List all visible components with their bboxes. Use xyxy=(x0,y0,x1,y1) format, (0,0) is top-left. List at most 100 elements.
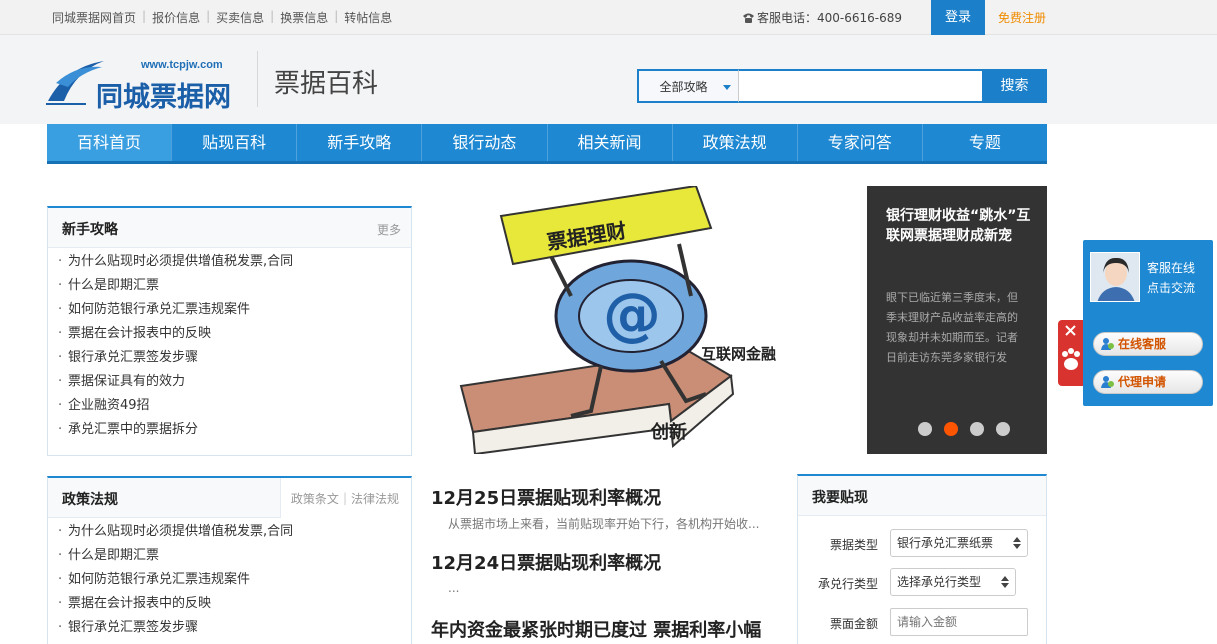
service-close-tab[interactable] xyxy=(1058,320,1083,386)
bullet: · xyxy=(58,326,63,341)
list-item-text: 如何防范银行承兑汇票违规案件 xyxy=(68,302,251,317)
amount-input[interactable] xyxy=(890,608,1028,636)
list-item[interactable]: · 如何防范银行承兑汇票违规案件 xyxy=(58,298,411,322)
news-headline[interactable]: 12月25日票据贴现利率概况 xyxy=(431,484,661,510)
news-headline[interactable]: 12月24日票据贴现利率概况 xyxy=(431,549,661,575)
carousel-dot[interactable] xyxy=(970,422,984,436)
service-avatar xyxy=(1090,252,1140,302)
site-logo[interactable]: www.tcpjw.com 同城票据网 xyxy=(46,53,246,113)
nav-discount[interactable]: 贴现百科 xyxy=(172,124,298,161)
user-chat-icon xyxy=(1101,376,1114,388)
top-link-quotes[interactable]: 报价信息 xyxy=(152,9,200,26)
carousel-dot-active[interactable] xyxy=(944,422,958,436)
policy-list: · 为什么贴现时必须提供增值税发票,合同 · 什么是即期汇票 · 如何防范银行承兑汇票… xyxy=(48,518,411,640)
form-row-acceptor-type: 承兑行类型 选择承兑行类型 xyxy=(798,568,1048,598)
list-item[interactable]: · 承兑汇票中的票据拆分 xyxy=(58,418,411,442)
search-category-value: 全部攻略 xyxy=(659,79,708,94)
register-link[interactable]: 免费注册 xyxy=(998,9,1046,26)
carousel-dot[interactable] xyxy=(918,422,932,436)
policy-tabs: 政策条文 | 法律法规 xyxy=(279,478,411,518)
form-row-amount: 票面金额 xyxy=(798,608,1048,638)
newbie-box-header: 新手攻略 更多 xyxy=(48,208,411,248)
bullet: · xyxy=(58,572,63,587)
updown-icon xyxy=(1001,576,1009,588)
bullet: · xyxy=(58,254,63,269)
list-item-text: 什么是即期汇票 xyxy=(68,548,160,563)
service-text[interactable]: 客服在线 点击交流 xyxy=(1147,258,1195,298)
policy-box-header: 政策法规 政策条文 | 法律法规 xyxy=(48,478,411,518)
nav-newbie[interactable]: 新手攻略 xyxy=(297,124,423,161)
banner-headline[interactable]: 银行理财收益“跳水”互联网票据理财成新宠 xyxy=(886,206,1031,246)
bullet: · xyxy=(58,596,63,611)
carousel-dot[interactable] xyxy=(996,422,1010,436)
close-icon xyxy=(1065,325,1076,336)
list-item[interactable]: · 票据在会计报表中的反映 xyxy=(58,322,411,346)
nav-home[interactable]: 百科首页 xyxy=(47,124,173,161)
phone-icon xyxy=(743,13,754,23)
list-item[interactable]: · 票据保证具有的效力 xyxy=(58,370,411,394)
list-item[interactable]: · 为什么贴现时必须提供增值税发票,合同 xyxy=(58,250,411,274)
bill-type-label: 票据类型 xyxy=(829,538,878,552)
user-chat-icon xyxy=(1101,338,1114,350)
list-item-text: 票据保证具有的效力 xyxy=(68,374,186,389)
nav-related-news[interactable]: 相关新闻 xyxy=(548,124,673,161)
nav-bank-news[interactable]: 银行动态 xyxy=(422,124,548,161)
discount-form: 我要贴现 票据类型 银行承兑汇票纸票 承兑行类型 选择承兑行类型 票面金额 xyxy=(797,474,1047,644)
hotline: 客服电话：400-6616-689 xyxy=(742,9,902,26)
main-nav: 百科首页 贴现百科 新手攻略 银行动态 相关新闻 政策法规 专家问答 专题 xyxy=(47,124,1047,164)
list-item[interactable]: · 银行承兑汇票签发步骤 xyxy=(58,616,411,640)
banner-caption-text: 互联网金融 xyxy=(701,345,776,363)
banner-image[interactable]: 创新 @ 票据理财 互联网金融 xyxy=(431,184,867,456)
top-link-exchange[interactable]: 换票信息 xyxy=(280,9,328,26)
acceptor-type-select[interactable]: 选择承兑行类型 xyxy=(890,568,1016,596)
login-button[interactable]: 登录 xyxy=(931,0,985,35)
acceptor-type-value: 选择承兑行类型 xyxy=(897,575,982,589)
policy-box-title: 政策法规 xyxy=(62,492,118,508)
news-summary: 从票据市场上来看，当前贴现率开始下行，各机构开始收... xyxy=(448,517,760,531)
news-headline[interactable]: 年内资金最紧张时期已度过 票据利率小幅 xyxy=(431,616,761,642)
top-bar: 同城票据网首页 | 报价信息 | 买卖信息 | 换票信息 | 转帖信息 客服电话：400… xyxy=(0,0,1217,35)
agent-apply-button[interactable]: 代理申请 xyxy=(1093,370,1203,394)
logo-url: www.tcpjw.com xyxy=(141,59,223,71)
tab-policy-clauses[interactable]: 政策条文 xyxy=(291,490,339,507)
top-link-repost[interactable]: 转帖信息 xyxy=(344,9,392,26)
nav-expert-qa[interactable]: 专家问答 xyxy=(798,124,923,161)
top-link-home[interactable]: 同城票据网首页 xyxy=(52,9,136,26)
service-panel: 客服在线 点击交流 在线客服 代理申请 xyxy=(1083,240,1213,406)
newbie-box: 新手攻略 更多 · 为什么贴现时必须提供增值税发票,合同 · 什么是即期汇票 · 如何… xyxy=(47,206,412,456)
newbie-more-link[interactable]: 更多 xyxy=(377,221,401,238)
tab-laws[interactable]: 法律法规 xyxy=(351,490,399,507)
banner-illustration: 创新 @ 票据理财 互联网金融 xyxy=(459,184,776,456)
bill-type-value: 银行承兑汇票纸票 xyxy=(897,536,994,550)
discount-form-title: 我要贴现 xyxy=(812,490,868,506)
search-button[interactable]: 搜索 xyxy=(982,69,1047,103)
list-item[interactable]: · 如何防范银行承兑汇票违规案件 xyxy=(58,568,411,592)
list-item[interactable]: · 票据在会计报表中的反映 xyxy=(58,592,411,616)
acceptor-type-label: 承兑行类型 xyxy=(817,577,878,591)
search-input[interactable] xyxy=(739,69,982,103)
list-item-text: 银行承兑汇票签发步骤 xyxy=(68,350,199,365)
list-item[interactable]: · 企业融资49招 xyxy=(58,394,411,418)
amount-label: 票面金额 xyxy=(829,617,878,631)
policy-box: 政策法规 政策条文 | 法律法规 · 为什么贴现时必须提供增值税发票,合同 · 什么… xyxy=(47,476,412,644)
header: www.tcpjw.com 同城票据网 票据百科 全部攻略 搜索 xyxy=(0,35,1217,124)
search-category-select[interactable]: 全部攻略 xyxy=(637,69,739,103)
nav-topics[interactable]: 专题 xyxy=(923,124,1047,161)
list-item[interactable]: · 什么是即期汇票 xyxy=(58,274,411,298)
search-bar: 全部攻略 搜索 xyxy=(637,69,1047,103)
bullet: · xyxy=(58,278,63,293)
banner-text-panel: 银行理财收益“跳水”互联网票据理财成新宠 眼下已临近第三季度末，但季末理财产品收… xyxy=(867,186,1047,454)
list-item[interactable]: · 为什么贴现时必须提供增值税发票,合同 xyxy=(58,520,411,544)
online-service-label: 在线客服 xyxy=(1118,337,1167,351)
banner-carousel: 创新 @ 票据理财 互联网金融 银行理财收益“跳水”互联网票据理财成新宠 眼下已… xyxy=(431,184,1047,456)
top-link-trade[interactable]: 买卖信息 xyxy=(216,9,264,26)
bill-type-select[interactable]: 银行承兑汇票纸票 xyxy=(890,529,1028,557)
nav-policy[interactable]: 政策法规 xyxy=(673,124,798,161)
online-service-button[interactable]: 在线客服 xyxy=(1093,332,1203,356)
bullet: · xyxy=(58,620,63,635)
list-item[interactable]: · 什么是即期汇票 xyxy=(58,544,411,568)
carousel-dots xyxy=(918,422,1022,436)
list-item[interactable]: · 银行承兑汇票签发步骤 xyxy=(58,346,411,370)
list-item-text: 票据在会计报表中的反映 xyxy=(68,326,212,341)
bullet: · xyxy=(58,524,63,539)
